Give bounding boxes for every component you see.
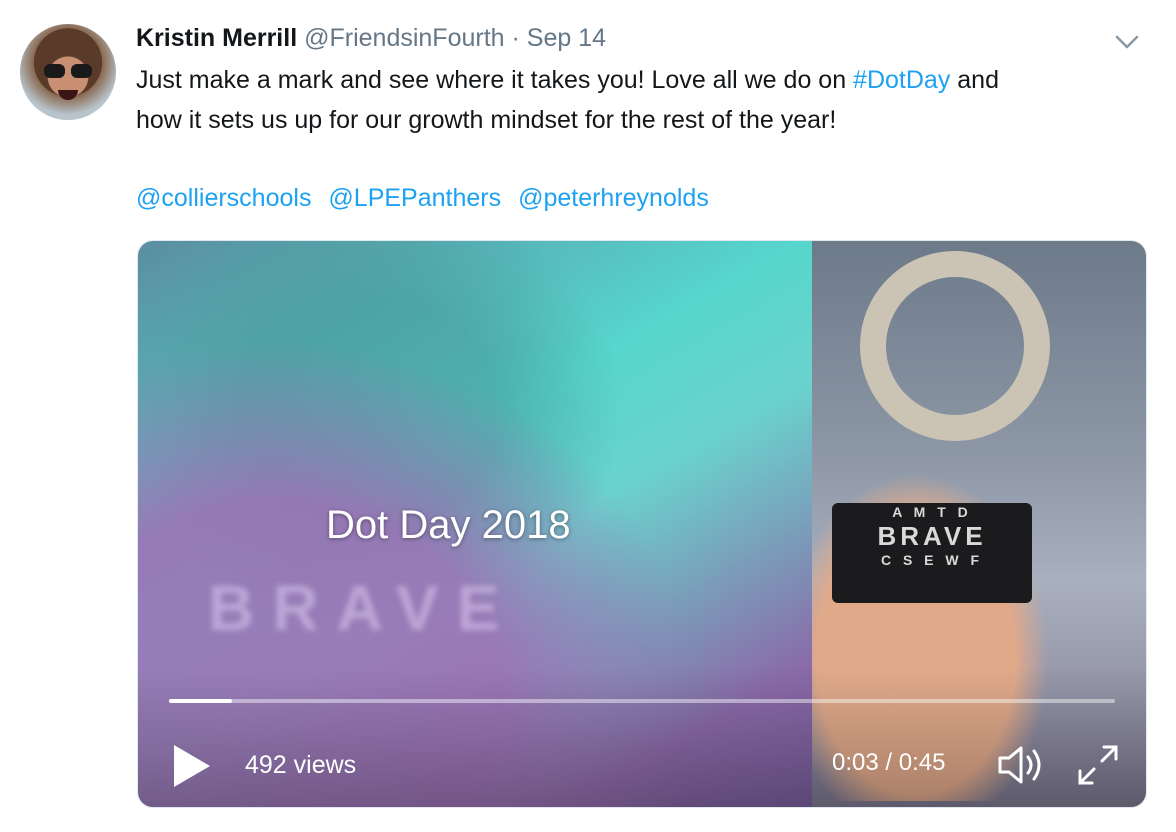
volume-icon[interactable] <box>996 741 1048 789</box>
controls-gradient <box>138 667 1146 807</box>
tweet-text-line-1: Just make a mark and see where it takes … <box>136 60 1136 100</box>
lock-row-middle: BRAVE <box>877 521 987 551</box>
mentions: @collierschools @LPEPanthers @peterhreyn… <box>136 180 719 216</box>
metal-ring <box>860 251 1050 441</box>
lock-row-bottom: C S E W F <box>880 552 984 568</box>
video-player[interactable]: BRAVE Dot Day 2018 A M T D BRAVE C S E W… <box>137 240 1147 808</box>
tweet-text-end: and <box>950 66 999 94</box>
fullscreen-icon[interactable] <box>1074 741 1122 789</box>
author-avatar[interactable] <box>20 24 116 120</box>
tweet-text-line-2: how it sets us up for our growth mindset… <box>136 106 837 134</box>
video-time: 0:03 / 0:45 <box>832 749 946 776</box>
mention-link[interactable]: @LPEPanthers <box>328 184 501 212</box>
mention-link[interactable]: @peterhreynolds <box>518 184 709 212</box>
author-name[interactable]: Kristin Merrill <box>136 24 297 52</box>
progress-fill <box>169 699 233 703</box>
header-separator: · <box>511 24 520 52</box>
chevron-down-icon[interactable] <box>1114 32 1140 52</box>
tweet-date[interactable]: Sep 14 <box>527 24 606 52</box>
progress-bar[interactable] <box>169 699 1115 703</box>
avatar-mouth <box>58 90 78 100</box>
lock-row-top: A M T D <box>892 504 972 520</box>
tweet-text: Just make a mark and see where it takes … <box>136 60 1136 140</box>
tweet-header: Kristin Merrill @FriendsinFourth · Sep 1… <box>136 22 606 54</box>
hashtag-link[interactable]: #DotDay <box>853 66 950 94</box>
video-title-overlay: Dot Day 2018 <box>326 503 571 547</box>
mention-link[interactable]: @collierschools <box>136 184 311 212</box>
play-icon[interactable] <box>172 743 212 789</box>
author-handle[interactable]: @FriendsinFourth <box>304 24 504 52</box>
view-count: 492 views <box>245 751 357 779</box>
blurred-lock-letters: BRAVE <box>208 572 518 644</box>
word-lock: A M T D BRAVE C S E W F <box>832 503 1032 603</box>
tweet-text-start: Just make a mark and see where it takes … <box>136 66 854 94</box>
avatar-glasses <box>44 64 92 78</box>
